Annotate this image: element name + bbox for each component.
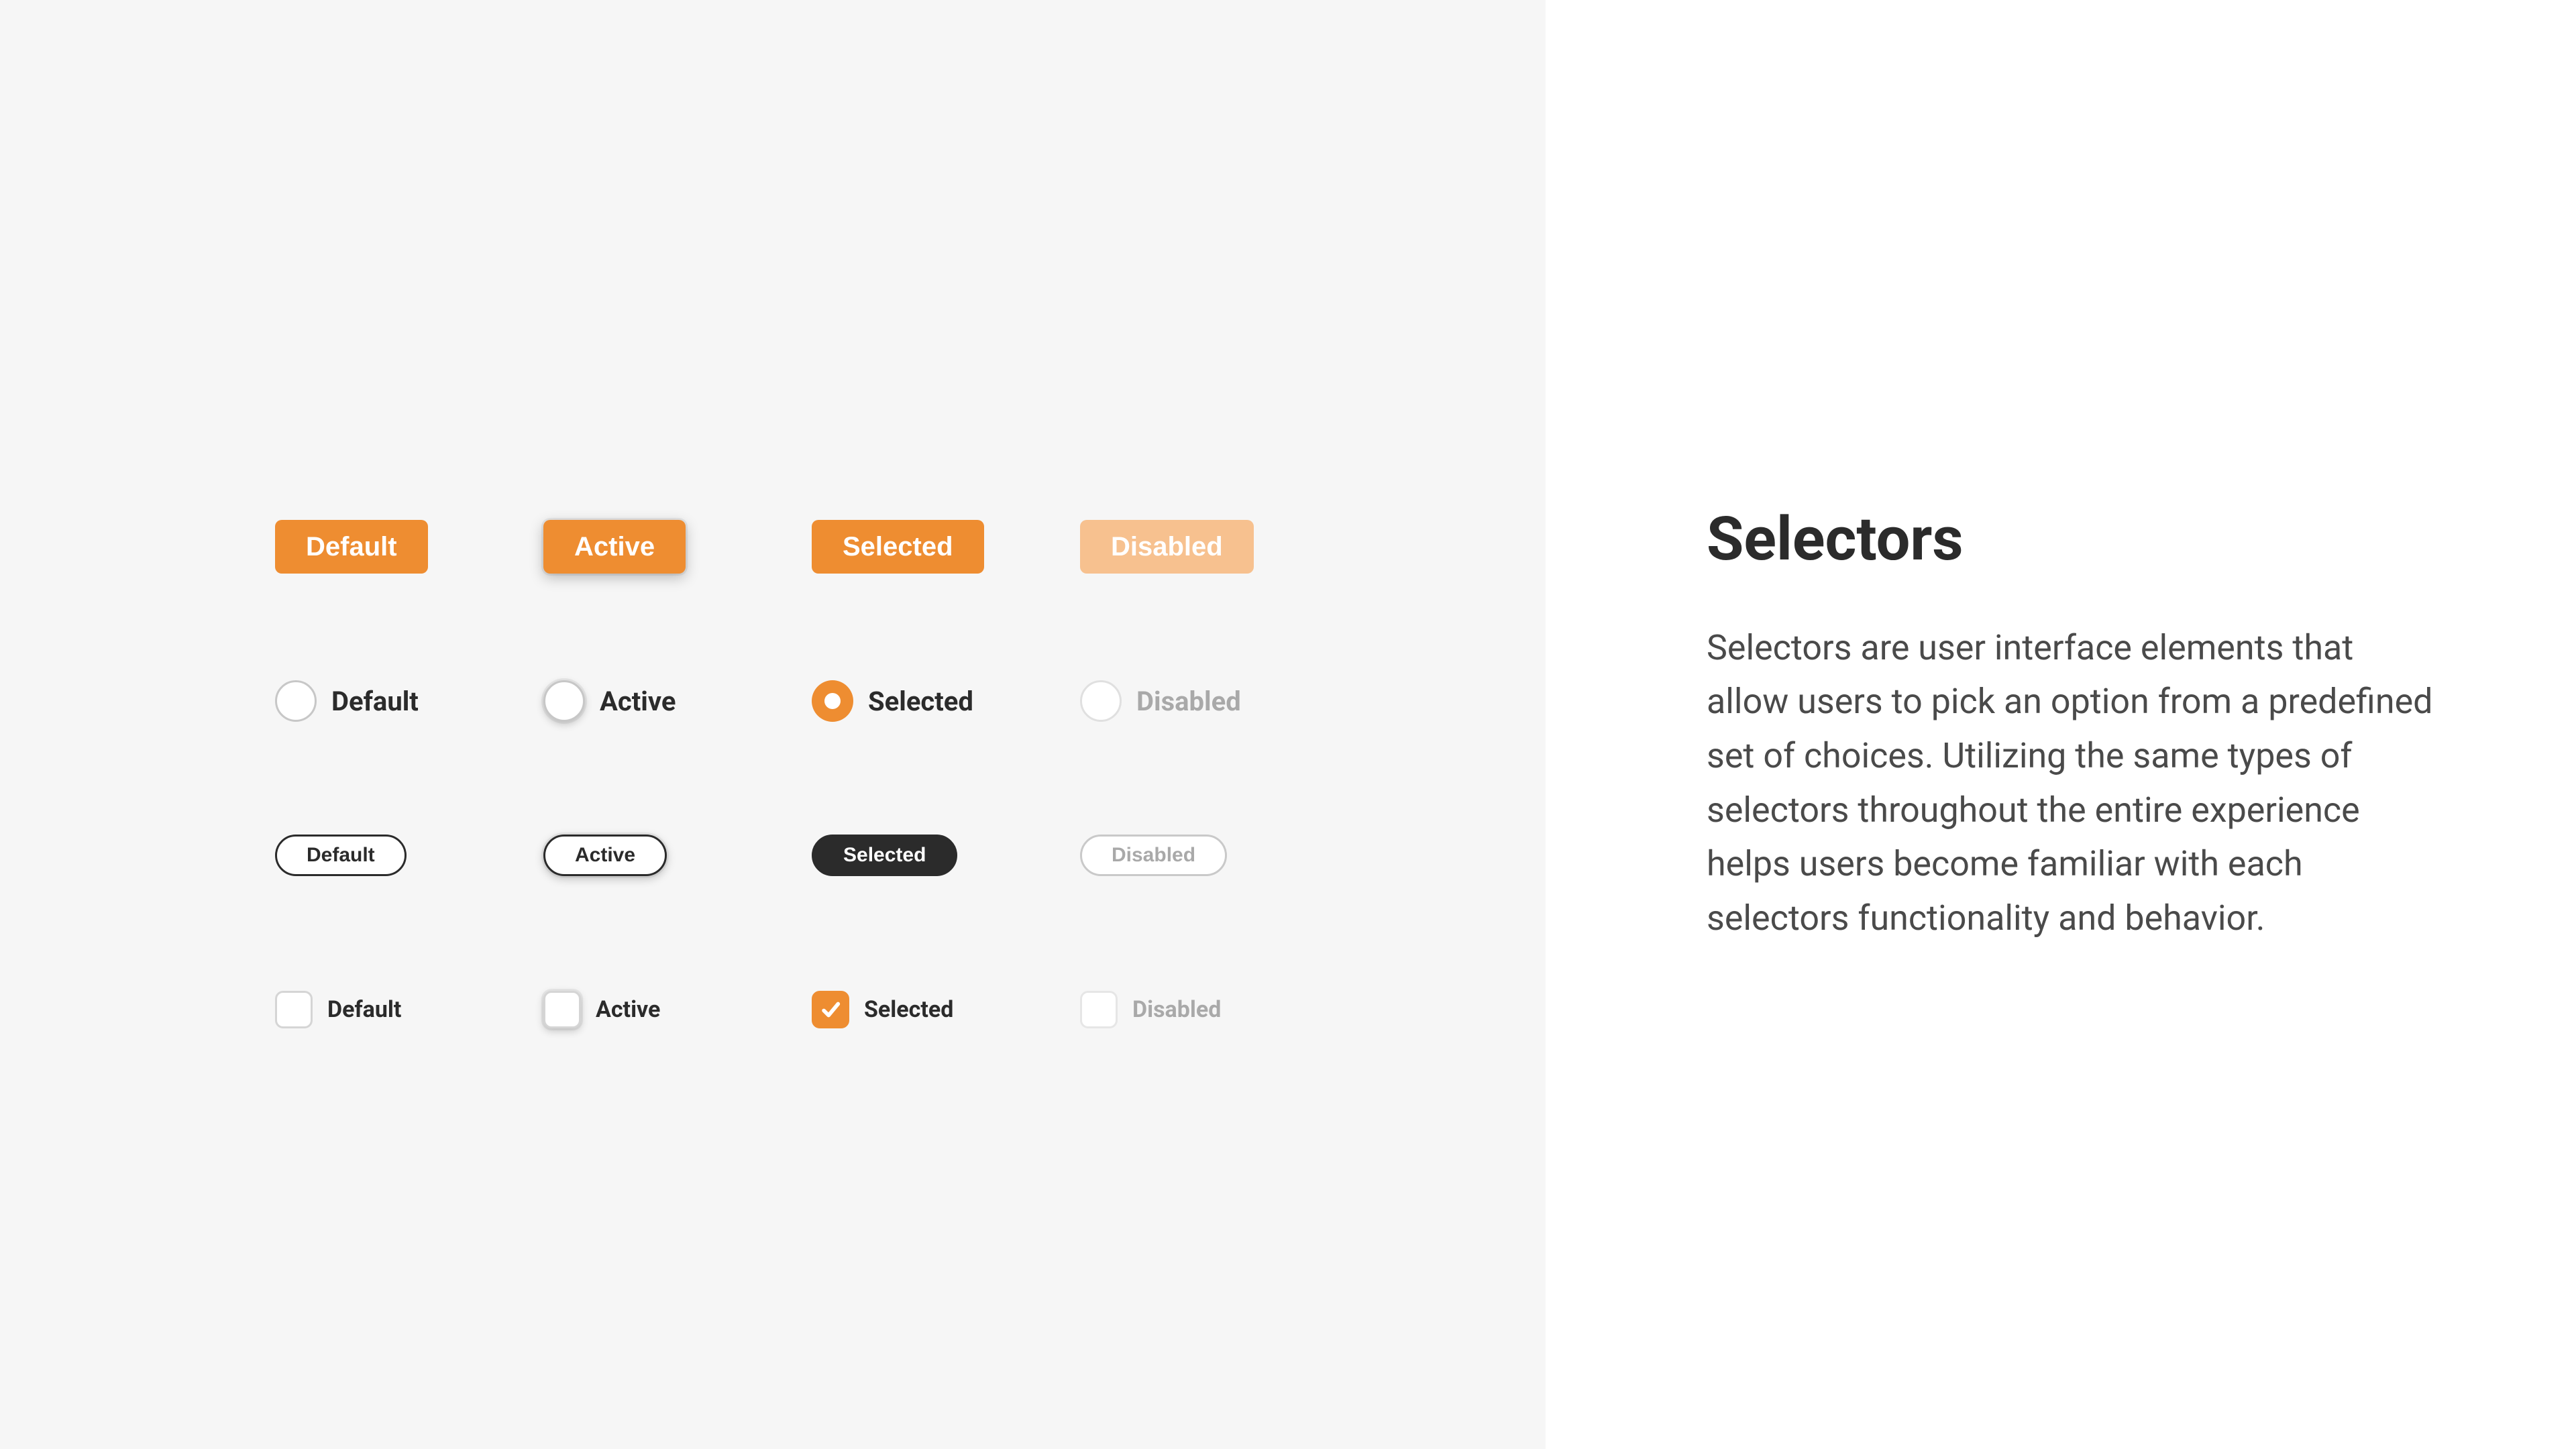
pill-selected[interactable]: Selected: [812, 835, 957, 876]
button-default[interactable]: Default: [275, 520, 428, 574]
checkbox-disabled-cell: Disabled: [1080, 991, 1348, 1028]
checkbox-default[interactable]: [275, 991, 313, 1028]
radio-selected-label: Selected: [868, 686, 973, 717]
checkbox-default-label: Default: [327, 996, 401, 1023]
selectors-grid: Default Active Selected Disabled Default…: [275, 470, 1348, 1087]
radio-disabled: [1080, 680, 1122, 722]
button-disabled-cell: Disabled: [1080, 520, 1348, 574]
page-title: Selectors: [1707, 504, 2442, 574]
check-icon: [819, 998, 842, 1021]
pill-default[interactable]: Default: [275, 835, 407, 876]
checkbox-default-cell: Default: [275, 991, 543, 1028]
radio-default-cell: Default: [275, 680, 543, 722]
radio-disabled-label: Disabled: [1136, 686, 1241, 717]
checkbox-selected-cell: Selected: [812, 991, 1080, 1028]
checkbox-disabled: [1080, 991, 1118, 1028]
checkbox-selected[interactable]: [812, 991, 849, 1028]
checkbox-selected-label: Selected: [864, 996, 953, 1023]
radio-selected[interactable]: [812, 680, 853, 722]
radio-disabled-cell: Disabled: [1080, 680, 1348, 722]
radio-active[interactable]: [543, 680, 585, 722]
checkbox-disabled-label: Disabled: [1132, 996, 1221, 1023]
checkbox-active[interactable]: [543, 991, 581, 1028]
button-selected[interactable]: Selected: [812, 520, 984, 574]
pill-disabled-cell: Disabled: [1080, 835, 1348, 876]
page-body: Selectors are user interface elements th…: [1707, 621, 2442, 946]
description-content: Selectors Selectors are user interface e…: [1707, 504, 2442, 946]
button-default-cell: Default: [275, 520, 543, 574]
pill-disabled: Disabled: [1080, 835, 1227, 876]
radio-default-label: Default: [331, 686, 419, 717]
selectors-showcase-panel: Default Active Selected Disabled Default…: [0, 0, 1546, 1449]
pill-active-cell: Active: [543, 835, 812, 876]
button-active[interactable]: Active: [543, 520, 686, 574]
button-active-cell: Active: [543, 520, 812, 574]
radio-selected-cell: Selected: [812, 680, 1080, 722]
pill-default-cell: Default: [275, 835, 543, 876]
checkbox-active-cell: Active: [543, 991, 812, 1028]
radio-active-label: Active: [600, 686, 676, 717]
radio-active-cell: Active: [543, 680, 812, 722]
button-disabled: Disabled: [1080, 520, 1254, 574]
pill-selected-cell: Selected: [812, 835, 1080, 876]
radio-default[interactable]: [275, 680, 317, 722]
button-selected-cell: Selected: [812, 520, 1080, 574]
description-panel: Selectors Selectors are user interface e…: [1546, 0, 2576, 1449]
checkbox-active-label: Active: [596, 996, 660, 1023]
pill-active[interactable]: Active: [543, 835, 667, 876]
